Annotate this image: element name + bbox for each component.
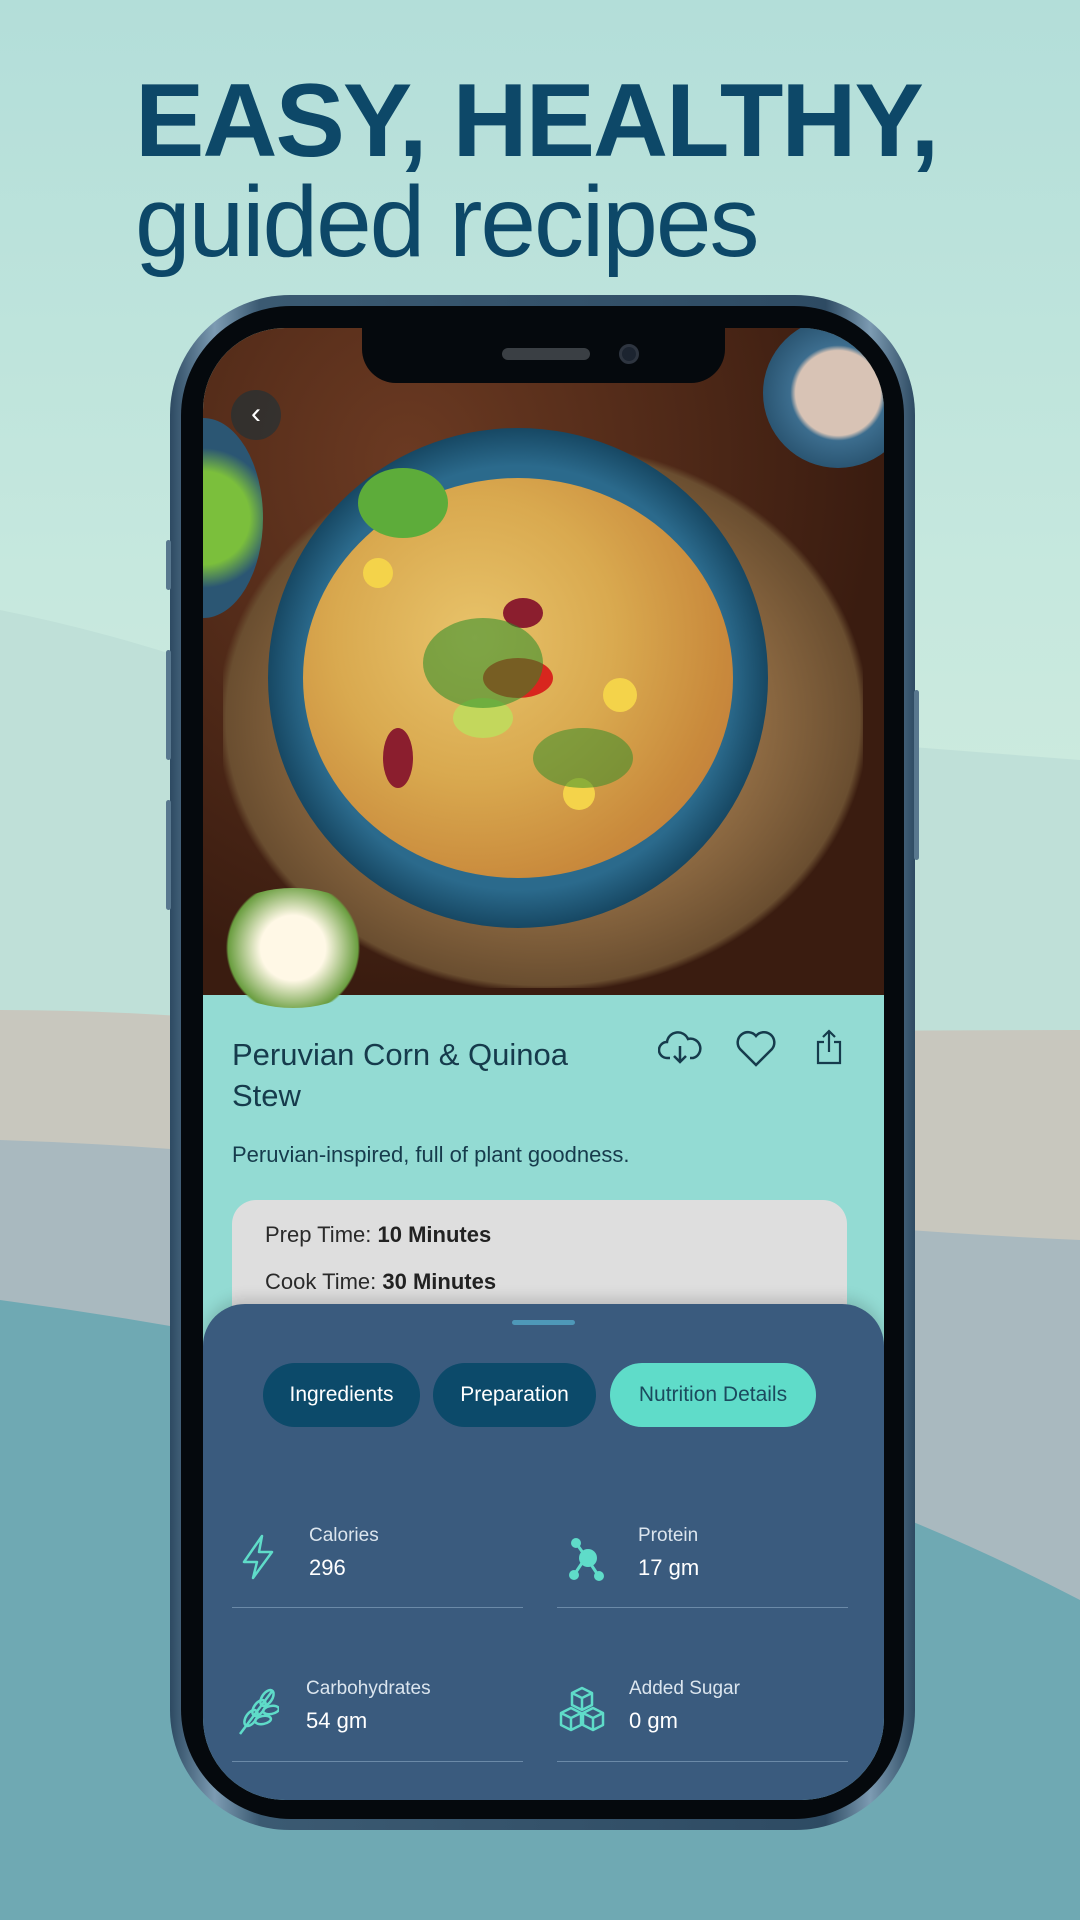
- cook-time-value: 30 Minutes: [382, 1269, 497, 1294]
- cloud-download-icon[interactable]: [658, 1028, 702, 1068]
- phone-notch: [362, 328, 725, 383]
- phone-side-button: [166, 540, 171, 590]
- divider: [232, 1607, 523, 1608]
- protein-value: 17 gm: [638, 1555, 700, 1580]
- app-screen: ‹ Peruvian Corn & Quinoa Stew Peruvian-i…: [203, 328, 884, 1800]
- sugar-cubes-icon: [559, 1686, 605, 1732]
- wheat-icon: [239, 1688, 279, 1735]
- calories-label: Calories: [309, 1525, 379, 1546]
- details-sheet: Ingredients Preparation Nutrition Detail…: [203, 1304, 884, 1800]
- sheet-drag-handle[interactable]: [512, 1320, 575, 1325]
- phone-side-button: [914, 690, 919, 860]
- tab-nutrition-details[interactable]: Nutrition Details: [610, 1363, 816, 1427]
- tab-preparation[interactable]: Preparation: [433, 1363, 596, 1427]
- phone-side-button: [166, 650, 171, 760]
- cook-time: Cook Time: 30 Minutes: [265, 1269, 496, 1295]
- headline-line2: guided recipes: [135, 166, 759, 278]
- added-sugar-label: Added Sugar: [629, 1678, 740, 1699]
- carbohydrates-label: Carbohydrates: [306, 1678, 431, 1699]
- molecule-icon: [569, 1538, 604, 1581]
- divider: [232, 1761, 523, 1762]
- share-icon[interactable]: [815, 1028, 843, 1066]
- heart-icon[interactable]: [735, 1030, 777, 1068]
- divider: [557, 1761, 848, 1762]
- calories-value: 296: [309, 1555, 346, 1580]
- divider: [557, 1607, 848, 1608]
- protein-label: Protein: [638, 1525, 699, 1546]
- cook-time-label: Cook Time:: [265, 1269, 377, 1294]
- phone-side-button: [166, 800, 171, 910]
- tab-ingredients[interactable]: Ingredients: [263, 1363, 420, 1427]
- added-sugar-value: 0 gm: [629, 1708, 678, 1733]
- lightning-icon: [242, 1534, 274, 1580]
- prep-time: Prep Time: 10 Minutes: [265, 1222, 491, 1248]
- recipe-photo: ‹: [203, 328, 884, 1008]
- recipe-title: Peruvian Corn & Quinoa Stew: [232, 1037, 569, 1113]
- prep-time-label: Prep Time:: [265, 1222, 372, 1247]
- headline-line1: EASY, HEALTHY,: [135, 63, 939, 179]
- prep-time-value: 10 Minutes: [377, 1222, 492, 1247]
- back-chevron-icon[interactable]: ‹: [231, 390, 281, 440]
- carbohydrates-value: 54 gm: [306, 1708, 368, 1733]
- recipe-description: Peruvian-inspired, full of plant goodnes…: [232, 1142, 630, 1167]
